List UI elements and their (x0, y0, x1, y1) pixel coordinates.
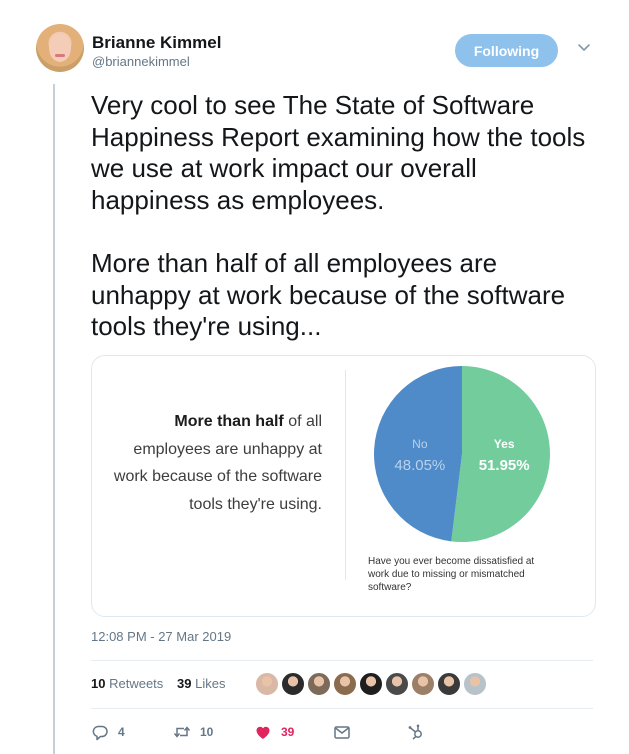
tweet-media-card[interactable]: More than half of all employees are unha… (91, 355, 596, 617)
tweet-actions: 4 10 39 (91, 722, 531, 744)
media-quote: More than half of all employees are unha… (110, 408, 322, 518)
hubspot-share-button[interactable] (407, 722, 425, 742)
liker-avatar[interactable] (281, 672, 305, 696)
tweet-paragraph: Very cool to see The State of Software H… (91, 90, 586, 215)
chevron-down-icon[interactable] (577, 41, 591, 55)
hubspot-icon (408, 724, 422, 740)
liker-avatar[interactable] (411, 672, 435, 696)
retweet-button[interactable]: 10 (173, 722, 213, 742)
reply-count: 4 (118, 725, 125, 739)
tweet-text: Very cool to see The State of Software H… (91, 90, 601, 343)
reply-button[interactable]: 4 (91, 722, 125, 742)
following-button[interactable]: Following (455, 34, 558, 67)
like-button[interactable]: 39 (254, 722, 294, 742)
avatar-mouth (55, 54, 65, 57)
thread-line (53, 84, 55, 754)
liker-avatar[interactable] (463, 672, 487, 696)
heart-icon (256, 726, 270, 739)
liker-avatar[interactable] (437, 672, 461, 696)
chart-question: Have you ever become dissatisfied at wor… (368, 556, 535, 593)
reply-icon (92, 725, 108, 741)
liker-avatar[interactable] (333, 672, 357, 696)
avatar-face (49, 34, 71, 62)
tweet-paragraph: More than half of all employees are unha… (91, 247, 566, 342)
stats-divider-top (91, 660, 593, 661)
pie-value-no: 48.05% (394, 457, 445, 474)
likes-stat[interactable]: 39 Likes (177, 676, 225, 691)
retweets-count: 10 (91, 676, 106, 691)
author-display-name[interactable]: Brianne Kimmel (92, 33, 221, 53)
pie-value-yes: 51.95% (479, 457, 530, 474)
retweets-label: Retweets (109, 676, 164, 691)
pie-label-yes: Yes (494, 437, 515, 451)
likes-count: 39 (177, 676, 192, 691)
author-handle[interactable]: @briannekimmel (92, 54, 190, 69)
tweet-timestamp[interactable]: 12:08 PM - 27 Mar 2019 (91, 629, 231, 644)
liker-avatar[interactable] (359, 672, 383, 696)
stats-divider-bottom (91, 708, 593, 709)
pie-slice-no (374, 366, 462, 542)
envelope-icon (334, 726, 350, 739)
media-quote-bold: More than half (174, 413, 284, 430)
pie-slice-yes (451, 366, 550, 542)
retweets-stat[interactable]: 10 Retweets (91, 676, 163, 691)
liker-avatar[interactable] (385, 672, 409, 696)
retweet-icon (173, 726, 191, 738)
direct-message-button[interactable] (333, 722, 351, 742)
media-divider (345, 370, 346, 580)
pie-chart: Yes 51.95% No 48.05% (374, 366, 550, 542)
like-count: 39 (281, 725, 295, 739)
pie-label-no: No (412, 437, 428, 451)
liker-avatar[interactable] (255, 672, 279, 696)
likes-label: Likes (195, 676, 226, 691)
retweet-count: 10 (200, 725, 214, 739)
author-avatar[interactable] (36, 24, 84, 72)
liker-avatar[interactable] (307, 672, 331, 696)
